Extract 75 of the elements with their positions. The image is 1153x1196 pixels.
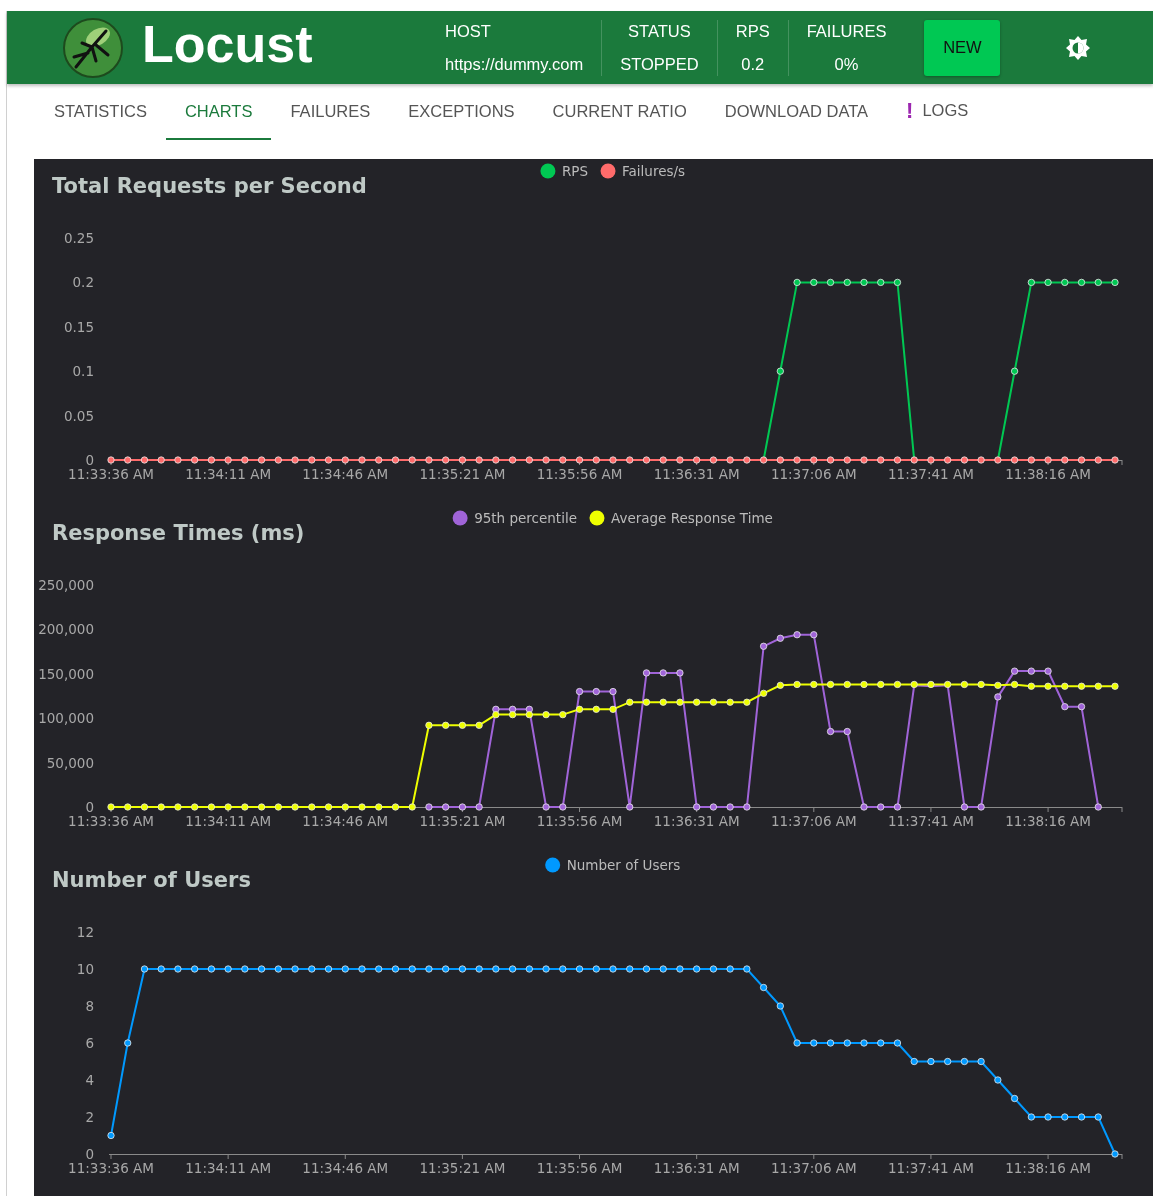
stat-value: 0% bbox=[834, 54, 859, 74]
axis-tick-label: 100,000 bbox=[38, 710, 94, 727]
nav-tab[interactable]: FAILURES bbox=[271, 84, 390, 140]
axis-tick-label: 11:34:11 AM bbox=[185, 1160, 272, 1176]
axis-tick-label: 11:34:46 AM bbox=[302, 466, 389, 482]
new-button[interactable]: NEW bbox=[924, 19, 1001, 76]
axis-tick-label: 10 bbox=[76, 961, 94, 977]
legend-item: RPS bbox=[540, 163, 589, 179]
stat-value: https://dummy.com bbox=[445, 54, 584, 74]
axis-tick-label: 11:33:36 AM bbox=[68, 466, 154, 482]
chart-title: Number of Users bbox=[52, 868, 251, 892]
axis-tick-label: 0 bbox=[85, 799, 94, 815]
stat-value: 0.2 bbox=[741, 54, 765, 74]
app-title: Locust bbox=[142, 15, 313, 72]
axis-tick-label: 11:37:06 AM bbox=[770, 813, 857, 829]
legend-item: 95th percentile bbox=[452, 510, 577, 526]
nav-tab[interactable]: CURRENT RATIO bbox=[533, 84, 706, 140]
axis-tick-label: 11:35:21 AM bbox=[419, 813, 506, 829]
chart-title: Response Times (ms) bbox=[52, 521, 305, 545]
axis-tick-label: 200,000 bbox=[38, 621, 94, 638]
axis-tick-label: 11:37:06 AM bbox=[770, 1160, 857, 1176]
legend-label: Number of Users bbox=[566, 857, 681, 873]
axis-tick-label: 4 bbox=[85, 1072, 94, 1088]
axis-tick-label: 11:35:56 AM bbox=[536, 1160, 623, 1176]
axis-tick-label: 11:37:41 AM bbox=[888, 1160, 974, 1176]
alert-mark: ! bbox=[906, 98, 914, 123]
axis-tick-label: 0 bbox=[85, 1146, 94, 1162]
legend-item: Average Response Time bbox=[589, 510, 773, 526]
nav-tab[interactable]: EXCEPTIONS bbox=[389, 84, 534, 140]
axis-tick-label: 11:33:36 AM bbox=[68, 1160, 154, 1176]
nav-tab[interactable]: CHARTS bbox=[165, 84, 272, 140]
stat-value: STOPPED bbox=[620, 54, 699, 74]
axis-tick-label: 11:36:31 AM bbox=[653, 813, 740, 829]
legend-item: Failures/s bbox=[600, 163, 686, 179]
axis-tick-label: 11:36:31 AM bbox=[653, 1160, 740, 1176]
stat-label: FAILURES bbox=[806, 21, 887, 41]
nav-tab[interactable]: STATISTICS bbox=[35, 84, 166, 140]
legend-label: Failures/s bbox=[622, 163, 686, 179]
axis-tick-label: 0 bbox=[85, 452, 94, 468]
axis-tick-label: 11:33:36 AM bbox=[68, 813, 154, 829]
axis-tick-label: 11:36:31 AM bbox=[653, 466, 740, 482]
stat-label: STATUS bbox=[628, 21, 691, 41]
axis-tick-label: 150,000 bbox=[38, 665, 94, 682]
axis-tick-label: 0.1 bbox=[72, 363, 94, 380]
chart-title: Total Requests per Second bbox=[52, 174, 367, 198]
axis-tick-label: 11:37:06 AM bbox=[770, 466, 857, 482]
axis-tick-label: 0.2 bbox=[72, 274, 94, 291]
axis-tick-label: 6 bbox=[85, 1035, 94, 1051]
axis-tick-label: 50,000 bbox=[46, 754, 94, 771]
axis-tick-label: 11:34:11 AM bbox=[185, 813, 272, 829]
axis-tick-label: 2 bbox=[85, 1109, 94, 1125]
axis-tick-label: 12 bbox=[76, 924, 94, 940]
axis-tick-label: 11:34:46 AM bbox=[302, 813, 389, 829]
axis-tick-label: 11:38:16 AM bbox=[1005, 1160, 1091, 1176]
axis-tick-label: 11:34:46 AM bbox=[302, 1160, 389, 1176]
axis-tick-label: 11:38:16 AM bbox=[1005, 466, 1091, 482]
legend-label: RPS bbox=[561, 163, 589, 179]
stat-label: HOST bbox=[445, 21, 491, 41]
axis-tick-label: 11:34:11 AM bbox=[185, 466, 272, 482]
legend-item: Number of Users bbox=[545, 857, 681, 873]
axis-tick-label: 250,000 bbox=[38, 577, 94, 593]
axis-tick-label: 0.15 bbox=[63, 318, 94, 335]
axis-tick-label: 11:38:16 AM bbox=[1005, 813, 1091, 829]
axis-tick-label: 11:35:56 AM bbox=[536, 466, 623, 482]
axis-tick-label: 11:35:56 AM bbox=[536, 813, 623, 829]
axis-tick-label: 11:35:21 AM bbox=[419, 1160, 506, 1176]
axis-tick-label: 0.05 bbox=[63, 407, 94, 424]
nav-tab[interactable]: DOWNLOAD DATA bbox=[705, 84, 888, 140]
axis-tick-label: 0.25 bbox=[63, 230, 94, 246]
axis-tick-label: 11:35:21 AM bbox=[419, 466, 506, 482]
stat-label: RPS bbox=[735, 21, 770, 41]
axis-tick-label: 11:37:41 AM bbox=[888, 466, 974, 482]
legend-label: 95th percentile bbox=[474, 510, 577, 526]
axis-tick-label: 11:37:41 AM bbox=[888, 813, 974, 829]
axis-tick-label: 8 bbox=[85, 998, 94, 1014]
